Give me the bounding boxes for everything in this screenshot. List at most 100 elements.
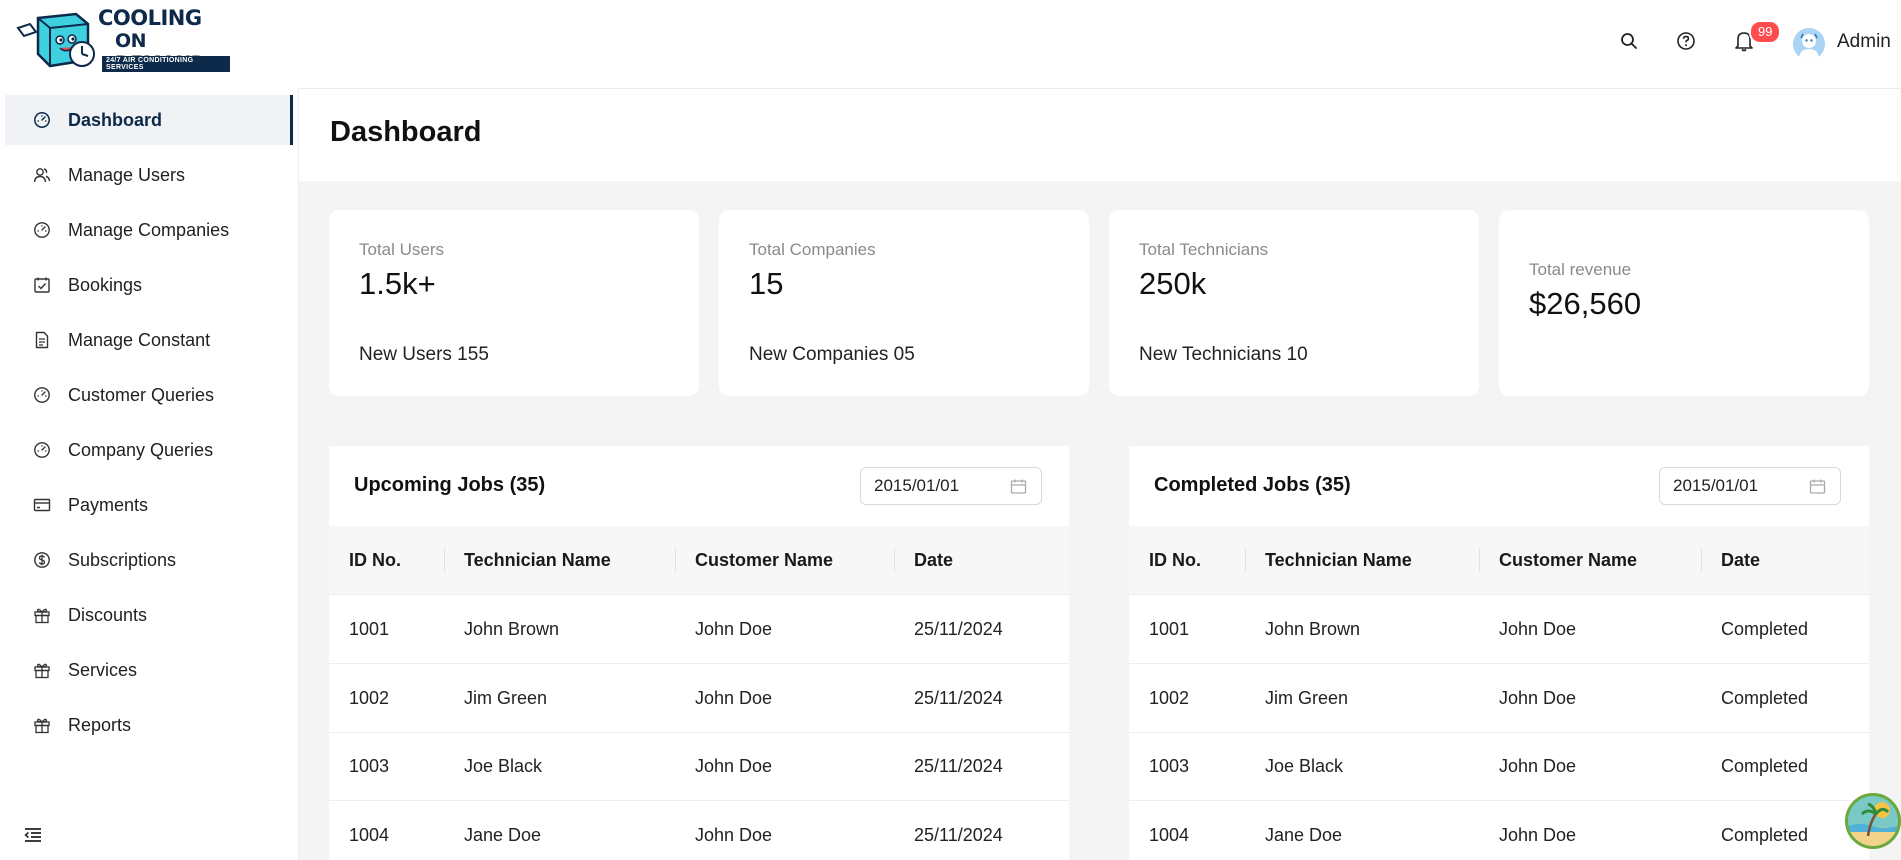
table-cell: 1003 [1149, 755, 1190, 776]
logo-mascot-icon [16, 12, 95, 68]
sidebar: Dashboard Manage Users Manage Companies … [0, 88, 299, 860]
table-cell: John Brown [464, 618, 560, 639]
main-content: Dashboard Total Users 1.5k+ New Users 15… [299, 89, 1901, 860]
table-row[interactable]: 1003 Joe Black John Doe Completed [1129, 732, 1869, 801]
table-cell: Joe Black [464, 755, 543, 776]
notification-badge: 99 [1749, 20, 1782, 44]
logo-text-line1: COOLING [98, 6, 202, 30]
users-icon [32, 165, 52, 185]
table-cell: Jane Doe [464, 824, 542, 845]
table-cell: Completed [1721, 687, 1809, 708]
sidebar-item-payments[interactable]: Payments [5, 480, 293, 530]
file-icon [32, 330, 52, 350]
table-row[interactable]: 1004 Jane Doe John Doe Completed [1129, 801, 1869, 860]
table-row[interactable]: 1004 Jane Doe John Doe 25/11/2024 [329, 801, 1069, 860]
help-icon[interactable] [1674, 29, 1698, 53]
calendar-icon [1010, 478, 1027, 495]
table-row[interactable]: 1001 John Brown John Doe Completed [1129, 595, 1869, 664]
stat-value: 1.5k+ [359, 266, 436, 301]
sidebar-item-services[interactable]: Services [5, 645, 293, 695]
gift-icon [32, 605, 52, 625]
stat-value: $26,560 [1529, 286, 1642, 321]
table-cell: John Doe [695, 824, 773, 845]
date-value: 2015/01/01 [1673, 476, 1759, 495]
sidebar-item-label: Manage Users [68, 164, 186, 185]
completed-date-picker[interactable]: 2015/01/01 [1659, 467, 1841, 505]
table-cell: 1004 [349, 824, 390, 845]
dashboard-icon [32, 440, 52, 460]
column-divider [1245, 548, 1246, 572]
sidebar-item-company-queries[interactable]: Company Queries [5, 425, 293, 475]
stat-subtext: New Users 155 [359, 344, 489, 365]
table-row[interactable]: 1003 Joe Black John Doe 25/11/2024 [329, 732, 1069, 801]
table-cell: Completed [1721, 618, 1809, 639]
table-cell: John Doe [695, 618, 773, 639]
panel-title: Upcoming Jobs (35) [354, 474, 546, 496]
upcoming-date-picker[interactable]: 2015/01/01 [860, 467, 1042, 505]
table-header: ID No. Technician Name Customer Name Dat… [1129, 526, 1869, 595]
sidebar-item-manage-users[interactable]: Manage Users [5, 150, 293, 200]
logo-tagline: 24/7 AIR CONDITIONING SERVICES [102, 56, 230, 72]
calendar-check-icon [32, 275, 52, 295]
table-cell: 25/11/2024 [914, 755, 1003, 776]
cooling-on-demand-logo[interactable]: COOLING ON DEMAND 24/7 AIR CONDITIONING … [10, 4, 230, 74]
table-cell: 25/11/2024 [914, 687, 1003, 708]
gift-icon [32, 660, 52, 680]
table-cell: John Doe [1499, 755, 1577, 776]
sidebar-item-label: Reports [68, 714, 132, 735]
sidebar-item-manage-constant[interactable]: Manage Constant [5, 315, 293, 365]
column-header[interactable]: Technician Name [464, 526, 611, 594]
sidebar-item-label: Dashboard [68, 109, 163, 130]
sidebar-item-customer-queries[interactable]: Customer Queries [5, 370, 293, 420]
floating-assistant-button[interactable] [1845, 793, 1901, 849]
upcoming-jobs-panel: Upcoming Jobs (35) 2015/01/01 ID No. Tec… [329, 446, 1069, 860]
sidebar-item-bookings[interactable]: Bookings [5, 260, 293, 310]
column-header[interactable]: Customer Name [1499, 526, 1637, 594]
sidebar-item-manage-companies[interactable]: Manage Companies [5, 205, 293, 255]
column-header[interactable]: ID No. [1149, 526, 1201, 594]
table-cell: 1002 [1149, 687, 1190, 708]
column-header[interactable]: Date [1721, 526, 1760, 594]
column-header[interactable]: Date [914, 526, 953, 594]
table-cell: 1002 [349, 687, 390, 708]
table-row[interactable]: 1001 John Brown John Doe 25/11/2024 [329, 595, 1069, 664]
sidebar-item-label: Company Queries [68, 439, 214, 460]
table-cell: 1001 [349, 618, 390, 639]
stat-label: Total Companies [749, 240, 876, 259]
sidebar-item-reports[interactable]: Reports [5, 700, 293, 750]
gift-icon [32, 715, 52, 735]
table-cell: Jane Doe [1265, 824, 1343, 845]
user-name[interactable]: Admin [1837, 31, 1891, 53]
calendar-icon [1809, 478, 1826, 495]
table-cell: John Doe [1499, 824, 1577, 845]
stat-card-revenue: Total revenue $26,560 [1499, 210, 1869, 396]
column-divider [675, 548, 676, 572]
dollar-circle-icon [32, 550, 52, 570]
stat-card-technicians: Total Technicians 250k New Technicians 1… [1109, 210, 1479, 396]
stat-label: Total Users [359, 240, 445, 259]
stat-subtext: New Technicians 10 [1139, 344, 1308, 365]
column-divider [894, 548, 895, 572]
top-header: COOLING ON DEMAND 24/7 AIR CONDITIONING … [0, 0, 1901, 89]
avatar[interactable] [1793, 28, 1825, 60]
stat-card-users: Total Users 1.5k+ New Users 155 [329, 210, 699, 396]
column-header[interactable]: Customer Name [695, 526, 833, 594]
sidebar-item-discounts[interactable]: Discounts [5, 590, 293, 640]
search-icon[interactable] [1617, 29, 1641, 53]
credit-card-icon [32, 495, 52, 515]
dashboard-icon [32, 385, 52, 405]
dashboard-icon [32, 110, 52, 130]
sidebar-item-dashboard[interactable]: Dashboard [5, 95, 293, 145]
column-divider [1479, 548, 1480, 572]
stat-label: Total Technicians [1139, 240, 1269, 259]
page-title: Dashboard [330, 116, 482, 148]
sidebar-item-label: Subscriptions [68, 549, 177, 570]
menu-fold-icon[interactable] [23, 826, 43, 849]
sidebar-item-subscriptions[interactable]: Subscriptions [5, 535, 293, 585]
column-header[interactable]: ID No. [349, 526, 401, 594]
table-row[interactable]: 1002 Jim Green John Doe 25/11/2024 [329, 664, 1069, 733]
table-cell: 1004 [1149, 824, 1190, 845]
table-row[interactable]: 1002 Jim Green John Doe Completed [1129, 664, 1869, 733]
column-header[interactable]: Technician Name [1265, 526, 1412, 594]
table-cell: Joe Black [1265, 755, 1344, 776]
